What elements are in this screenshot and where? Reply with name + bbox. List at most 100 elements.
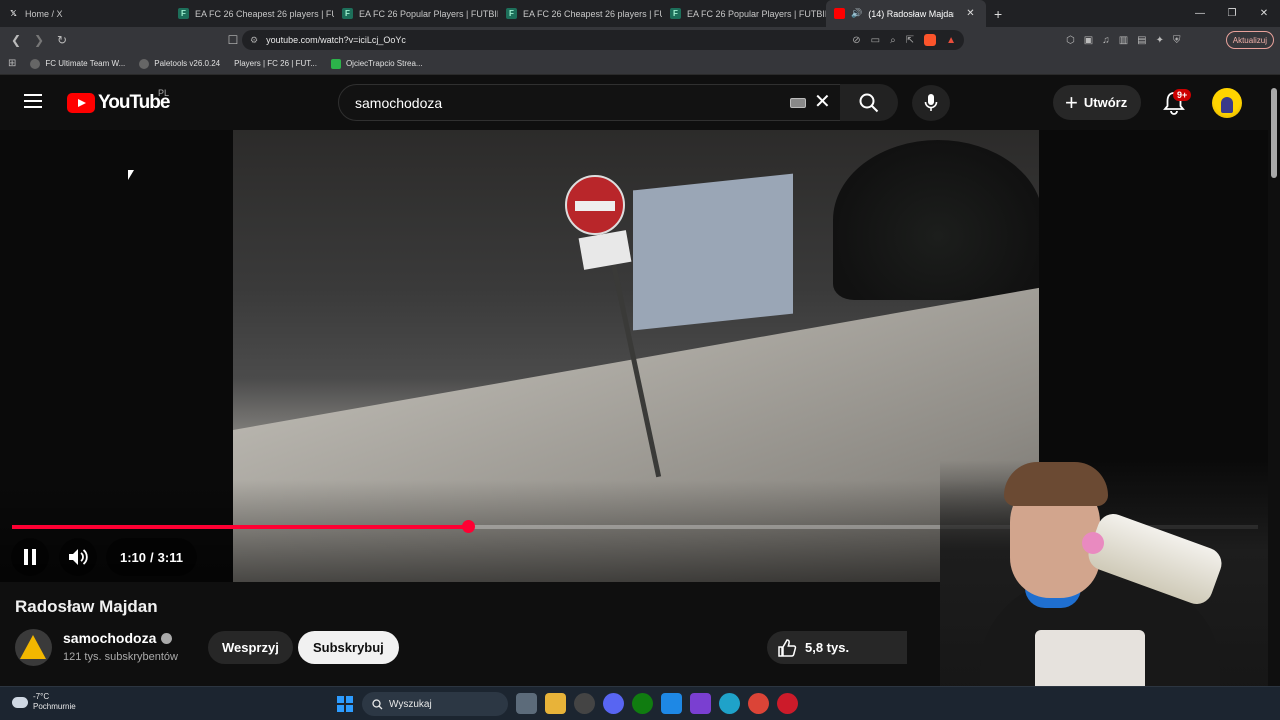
vpn-icon[interactable]: ⛨	[1173, 35, 1181, 46]
update-button[interactable]: Aktualizuj	[1225, 31, 1274, 49]
browser-tab-active[interactable]: 🔊 (14) Radosław Majdan - YouTube ✕	[826, 0, 986, 27]
voice-search-button[interactable]	[912, 85, 950, 121]
bookmark-page-icon[interactable]: ☐	[223, 30, 243, 50]
cast-icon[interactable]: ▭	[871, 35, 880, 46]
webcam-bottle-cap	[1082, 532, 1104, 554]
opera-icon[interactable]	[777, 693, 798, 714]
close-window-icon[interactable]: ✕	[1248, 0, 1280, 27]
discord-icon[interactable]	[603, 693, 624, 714]
browser-tab[interactable]: F EA FC 26 Cheapest 26 players | FUTBIN	[170, 0, 334, 27]
chrome-icon[interactable]	[748, 693, 769, 714]
browser-tab[interactable]: F EA FC 26 Popular Players | FUTBIN	[334, 0, 498, 27]
bookmarks-bar: ⊞ FC Ultimate Team W... Paletools v26.0.…	[0, 53, 1280, 75]
country-code: PL	[158, 88, 170, 98]
apps-grid-icon[interactable]: ⊞	[8, 58, 16, 69]
globe-icon	[30, 58, 41, 69]
tab-title: EA FC 26 Popular Players | FUTBIN	[687, 8, 826, 19]
youtube-play-icon	[67, 93, 95, 113]
progress-scrubber[interactable]	[462, 520, 476, 533]
bookmark-item[interactable]: FC Ultimate Team W...	[30, 58, 125, 69]
browser-tab[interactable]: F EA FC 26 Cheapest 26 players | FUTBIN	[498, 0, 662, 27]
volume-icon	[69, 549, 88, 565]
futbin-icon: F	[506, 8, 517, 19]
brave-shield-icon[interactable]	[924, 34, 937, 46]
camera-off-icon[interactable]: ⊘	[852, 35, 860, 46]
volume-button[interactable]	[59, 538, 97, 576]
bookmark-label: Paletools v26.0.24	[154, 59, 221, 68]
subscribe-button[interactable]: Subskrybuj	[298, 631, 399, 664]
reload-icon[interactable]: ↻	[52, 30, 72, 50]
new-tab-button[interactable]: +	[986, 6, 1010, 22]
search-icon	[859, 93, 879, 112]
weather-widget[interactable]: -7°C Pochmurnie	[12, 692, 76, 712]
x-logo-icon: 𝕏	[10, 9, 17, 18]
bookmark-item[interactable]: OjciecTrapcio Strea...	[330, 58, 423, 69]
forward-icon[interactable]: ❯	[29, 30, 49, 50]
windows-taskbar: -7°C Pochmurnie Wyszukaj	[0, 686, 1280, 720]
site-info-icon[interactable]: ⚙	[250, 35, 258, 46]
channel-name[interactable]: samochodoza	[63, 630, 156, 646]
channel-name-row[interactable]: samochodoza	[63, 630, 173, 646]
channel-avatar[interactable]	[15, 629, 52, 666]
file-explorer-icon[interactable]	[545, 693, 566, 714]
wallet-icon[interactable]: ▤	[1137, 35, 1146, 46]
taskbar-search-label: Wyszukaj	[389, 698, 432, 710]
vscode-icon[interactable]	[661, 693, 682, 714]
bookmark-label: OjciecTrapcio Strea...	[345, 59, 423, 68]
keyboard-icon[interactable]	[790, 98, 806, 108]
music-icon[interactable]: ♫	[1102, 35, 1110, 46]
clipchamp-icon[interactable]	[690, 693, 711, 714]
xbox-icon[interactable]	[632, 693, 653, 714]
github-icon[interactable]	[574, 693, 595, 714]
search-button[interactable]	[840, 84, 898, 121]
pause-button[interactable]	[11, 538, 49, 576]
tab-title: (14) Radosław Majdan - YouTube	[868, 8, 954, 19]
leo-icon[interactable]: ✦	[1156, 35, 1164, 46]
like-count: 5,8 tys.	[805, 640, 850, 655]
window-controls: — ❐ ✕	[1184, 0, 1280, 27]
video-bike-sign	[578, 230, 632, 270]
support-button[interactable]: Wesprzyj	[208, 631, 293, 664]
bookmark-item[interactable]: Players | FC 26 | FUT...	[234, 59, 317, 68]
duration: 3:11	[157, 549, 183, 565]
bookmark-label: Players | FC 26 | FUT...	[234, 59, 317, 68]
browser-tab-bar: 𝕏 Home / X F EA FC 26 Cheapest 26 player…	[0, 0, 1280, 27]
restore-icon[interactable]: ❐	[1216, 0, 1248, 27]
pause-icon	[24, 549, 36, 565]
like-button[interactable]: 5,8 tys.	[767, 631, 907, 664]
create-label: Utwórz	[1083, 95, 1128, 110]
zoom-icon[interactable]: ⌕	[890, 35, 896, 46]
back-icon[interactable]: ❮	[6, 30, 26, 50]
webcam-hair	[1004, 462, 1108, 506]
bookmark-item[interactable]: Paletools v26.0.24	[139, 58, 221, 69]
time-separator: /	[150, 549, 154, 565]
account-avatar[interactable]	[1212, 88, 1242, 118]
sidebar-icon[interactable]: ▥	[1119, 35, 1128, 46]
clear-search-icon[interactable]: ✕	[814, 92, 831, 112]
plus-icon: +	[1065, 89, 1078, 115]
search-input[interactable]: samochodoza	[338, 84, 848, 121]
url-bar[interactable]: ⚙ youtube.com/watch?v=iciLcj_OoYc ⊘ ▭ ⌕ …	[242, 30, 964, 50]
browser-tab[interactable]: F EA FC 26 Popular Players | FUTBIN	[662, 0, 826, 27]
browser-tab[interactable]: 𝕏 Home / X	[0, 0, 170, 27]
edge-icon[interactable]	[719, 693, 740, 714]
scrollbar-thumb[interactable]	[1271, 88, 1277, 178]
youtube-logo[interactable]: YouTube	[67, 92, 170, 114]
thumbs-up-icon	[778, 638, 797, 657]
extension-icon[interactable]: ▣	[1084, 35, 1093, 46]
close-tab-icon[interactable]: ✕	[966, 8, 974, 19]
minimize-icon[interactable]: —	[1184, 0, 1216, 27]
video-title: Radosław Majdan	[15, 597, 158, 616]
task-view-icon[interactable]	[516, 693, 537, 714]
share-icon[interactable]: ⇱	[906, 35, 914, 46]
taskbar-search[interactable]: Wyszukaj	[362, 692, 508, 716]
verified-icon	[161, 632, 173, 644]
extension-icon[interactable]: ⬡	[1066, 35, 1075, 46]
menu-icon[interactable]	[24, 94, 42, 108]
address-toolbar: ❮ ❯ ↻ ☐ ⚙ youtube.com/watch?v=iciLcj_OoY…	[0, 27, 1280, 53]
rewards-icon[interactable]: ▲	[946, 35, 956, 46]
create-button[interactable]: + Utwórz	[1053, 85, 1142, 120]
futbin-icon: F	[670, 8, 681, 19]
kick-icon	[330, 58, 341, 69]
windows-start-icon[interactable]	[337, 696, 353, 712]
